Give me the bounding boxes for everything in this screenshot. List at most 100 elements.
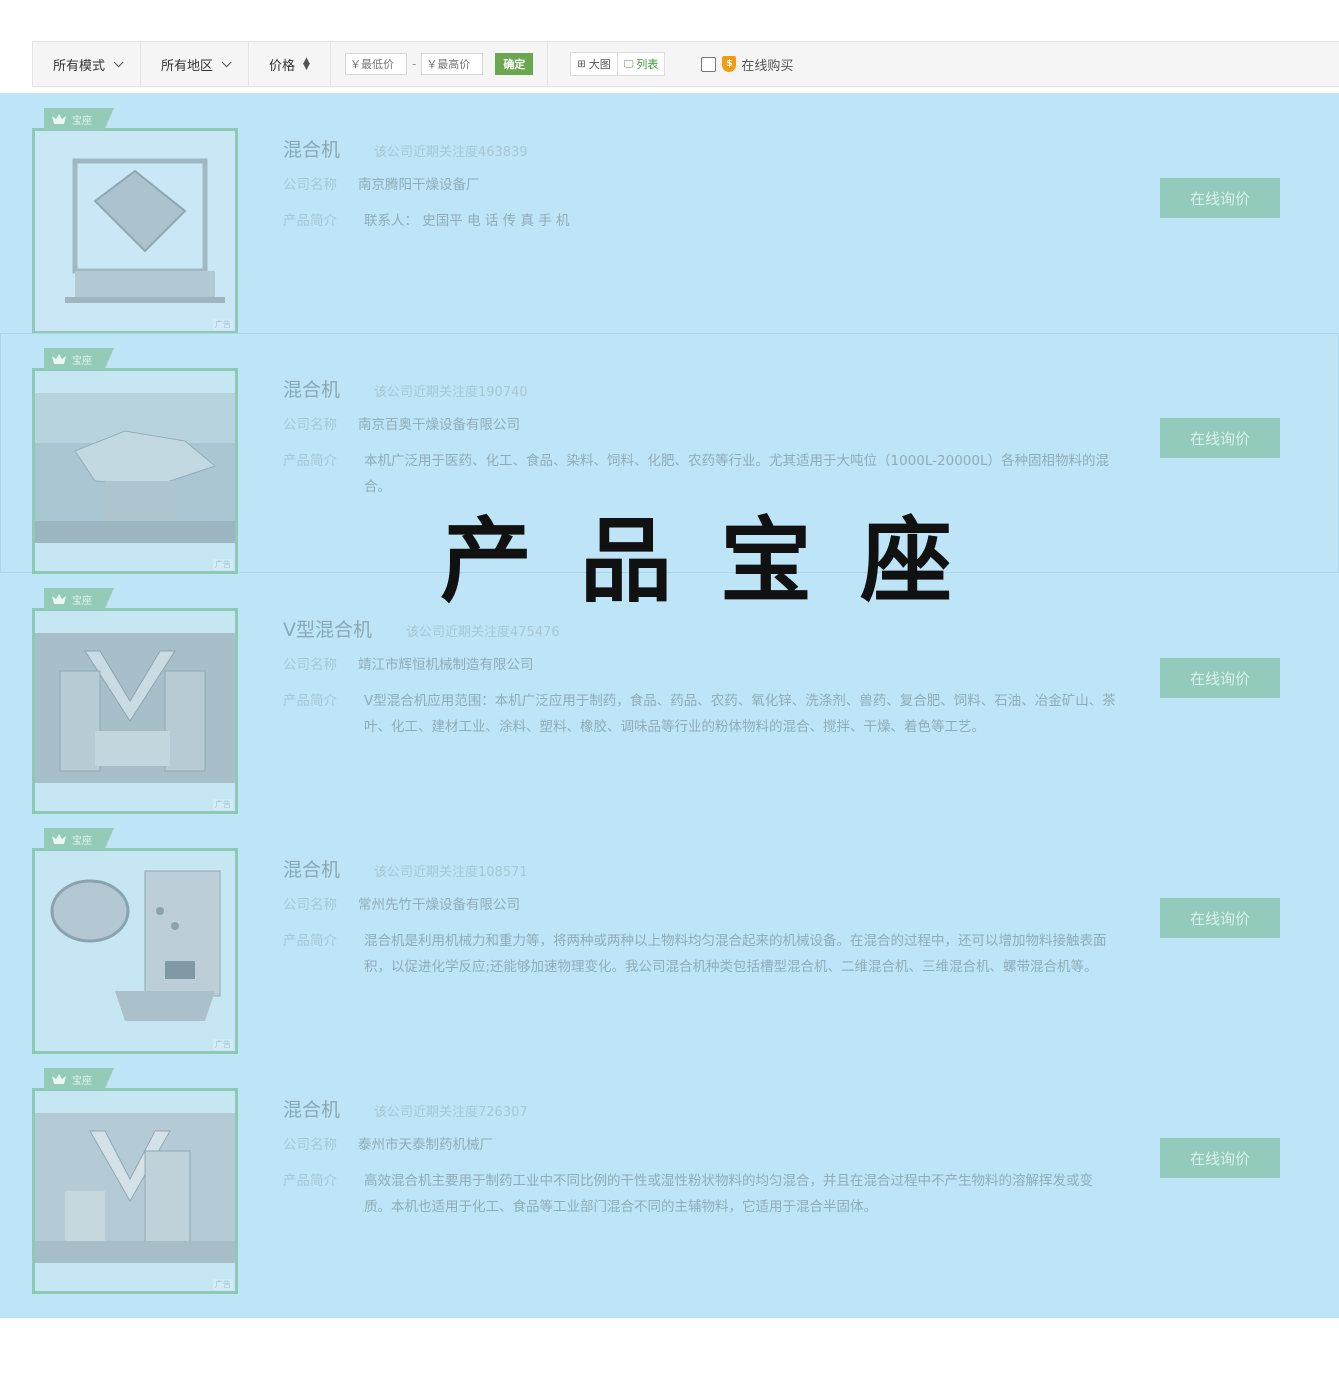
- price-sort-button[interactable]: 价格 ▲ ▼: [249, 42, 331, 86]
- region-dropdown[interactable]: 所有地区: [141, 42, 250, 86]
- intro-row: 产品简介 联系人： 史国平 电 话 传 真 手 机: [283, 208, 1116, 234]
- view-large-label: 大图: [588, 58, 611, 71]
- badge-label: 宝座: [72, 115, 92, 127]
- mixer-image: [35, 131, 235, 331]
- company-row: 公司名称 常州先竹干燥设备有限公司: [283, 893, 520, 913]
- company-name[interactable]: 常州先竹干燥设备有限公司: [358, 893, 520, 913]
- shield-icon: $: [722, 56, 737, 72]
- online-buy-checkbox[interactable]: [701, 56, 717, 72]
- product-image[interactable]: 广告: [32, 608, 238, 814]
- online-buy-filter[interactable]: $ 在线购买: [701, 55, 793, 74]
- ad-label: 广告: [213, 1039, 233, 1050]
- intro-row: 产品简介 混合机是利用机械力和重力等，将两种或两种以上物料均匀混合起来的机械设备…: [283, 928, 1116, 980]
- intro-label: 产品简介: [283, 1173, 337, 1189]
- intro-label: 产品简介: [283, 933, 337, 949]
- product-title[interactable]: 混合机: [283, 1095, 340, 1122]
- inquiry-button[interactable]: 在线询价: [1160, 658, 1280, 698]
- inquiry-button[interactable]: 在线询价: [1160, 1138, 1280, 1178]
- product-title-row: 混合机 该公司近期关注度463839: [283, 135, 528, 162]
- baozuo-badge: 宝座: [44, 348, 114, 370]
- inquiry-button[interactable]: 在线询价: [1160, 178, 1280, 218]
- baozuo-badge: 宝座: [44, 828, 114, 850]
- mixer-image: [35, 1091, 235, 1291]
- company-row: 公司名称 南京百奥干燥设备有限公司: [283, 413, 520, 433]
- crown-icon: [52, 1074, 66, 1084]
- product-title-row: 混合机 该公司近期关注度726307: [283, 1095, 528, 1122]
- inquiry-button[interactable]: 在线询价: [1160, 898, 1280, 938]
- company-name[interactable]: 南京百奥干燥设备有限公司: [358, 413, 520, 433]
- chevron-down-icon: [113, 56, 124, 67]
- intro-text: 本机广泛用于医药、化工、食品、染料、饲料、化肥、农药等行业。尤其适用于大吨位（1…: [364, 453, 1109, 495]
- product-title-row: V型混合机 该公司近期关注度475476: [283, 615, 560, 642]
- intro-row: 产品简介 高效混合机主要用于制药工业中不同比例的干性或湿性粉状物料的均匀混合，并…: [283, 1168, 1116, 1220]
- intro-row: 产品简介 本机广泛用于医药、化工、食品、染料、饲料、化肥、农药等行业。尤其适用于…: [283, 448, 1116, 500]
- attention-text: 该公司近期关注度463839: [374, 145, 528, 160]
- product-title[interactable]: 混合机: [283, 855, 340, 882]
- online-buy-label: 在线购买: [741, 58, 794, 74]
- product-title[interactable]: V型混合机: [283, 615, 372, 642]
- mode-dropdown[interactable]: 所有模式: [33, 42, 142, 86]
- attention-text: 该公司近期关注度475476: [406, 625, 560, 640]
- product-item: 广告 宝座 混合机 该公司近期关注度726307 公司名称 泰州市天泰制药机械厂…: [0, 1053, 1339, 1294]
- product-image[interactable]: 广告: [32, 848, 238, 1054]
- view-list-button[interactable]: 🖵 列表: [616, 53, 665, 75]
- company-name[interactable]: 靖江市辉恒机械制造有限公司: [358, 653, 534, 673]
- crown-icon: [52, 354, 66, 364]
- company-label: 公司名称: [283, 417, 337, 433]
- max-price-input[interactable]: [421, 53, 484, 75]
- company-row: 公司名称 泰州市天泰制药机械厂: [283, 1133, 493, 1153]
- product-item: 广告 宝座 混合机 该公司近期关注度463839 公司名称 南京腾阳干燥设备厂 …: [0, 93, 1339, 334]
- view-large-button[interactable]: ⊞ 大图: [571, 53, 616, 75]
- badge-label: 宝座: [72, 595, 92, 607]
- sort-icon: ▲ ▼: [303, 56, 310, 72]
- attention-text: 该公司近期关注度108571: [374, 865, 528, 880]
- company-row: 公司名称 南京腾阳干燥设备厂: [283, 173, 480, 193]
- product-title[interactable]: 混合机: [283, 375, 340, 402]
- crown-icon: [52, 594, 66, 604]
- badge-label: 宝座: [72, 835, 92, 847]
- intro-text: 联系人： 史国平 电 话 传 真 手 机: [364, 213, 570, 229]
- filter-bar: 所有模式 所有地区 价格 ▲▼ - 确定 ⊞ 大图 🖵 列表 $ 在线购买: [32, 41, 1339, 87]
- baozuo-badge: 宝座: [44, 108, 114, 130]
- product-image[interactable]: 广告: [32, 1088, 238, 1294]
- intro-text: 高效混合机主要用于制药工业中不同比例的干性或湿性粉状物料的均匀混合，并且在混合过…: [364, 1173, 1093, 1215]
- intro-row: 产品简介 V型混合机应用范围：本机广泛应用于制药，食品、药品、农药、氧化锌、洗涤…: [283, 688, 1116, 740]
- attention-text: 该公司近期关注度726307: [374, 1105, 528, 1120]
- confirm-price-button[interactable]: 确定: [495, 53, 534, 75]
- company-label: 公司名称: [283, 897, 337, 913]
- intro-text: V型混合机应用范围：本机广泛应用于制药，食品、药品、农药、氧化锌、洗涤剂、兽药、…: [364, 693, 1116, 735]
- crown-icon: [52, 834, 66, 844]
- product-image[interactable]: 广告: [32, 368, 238, 574]
- crown-icon: [52, 114, 66, 124]
- badge-label: 宝座: [72, 355, 92, 367]
- ad-label: 广告: [213, 559, 233, 570]
- company-label: 公司名称: [283, 1137, 337, 1153]
- region-dropdown-label: 所有地区: [161, 58, 214, 74]
- badge-label: 宝座: [72, 1075, 92, 1087]
- mixer-image: [35, 611, 235, 811]
- mixer-image: [35, 851, 235, 1051]
- product-title-row: 混合机 该公司近期关注度108571: [283, 855, 528, 882]
- intro-label: 产品简介: [283, 453, 337, 469]
- company-row: 公司名称 靖江市辉恒机械制造有限公司: [283, 653, 534, 673]
- intro-label: 产品简介: [283, 693, 337, 709]
- ad-label: 广告: [213, 1279, 233, 1290]
- baozuo-badge: 宝座: [44, 1068, 114, 1090]
- product-title[interactable]: 混合机: [283, 135, 340, 162]
- company-label: 公司名称: [283, 177, 337, 193]
- price-sort-label: 价格: [269, 58, 296, 74]
- ad-label: 广告: [213, 319, 233, 330]
- price-range: - 确定: [331, 42, 549, 86]
- company-name[interactable]: 南京腾阳干燥设备厂: [358, 173, 480, 193]
- overlay-title: 产品宝座: [440, 507, 1001, 615]
- monitor-icon: 🖵: [623, 58, 634, 70]
- company-label: 公司名称: [283, 657, 337, 673]
- view-toggle: ⊞ 大图 🖵 列表: [570, 52, 666, 76]
- product-list: 广告 宝座 混合机 该公司近期关注度463839 公司名称 南京腾阳干燥设备厂 …: [0, 93, 1339, 1318]
- inquiry-button[interactable]: 在线询价: [1160, 418, 1280, 458]
- intro-label: 产品简介: [283, 213, 337, 229]
- company-name[interactable]: 泰州市天泰制药机械厂: [358, 1133, 493, 1153]
- view-list-label: 列表: [636, 58, 659, 71]
- product-image[interactable]: 广告: [32, 128, 238, 334]
- min-price-input[interactable]: [344, 53, 407, 75]
